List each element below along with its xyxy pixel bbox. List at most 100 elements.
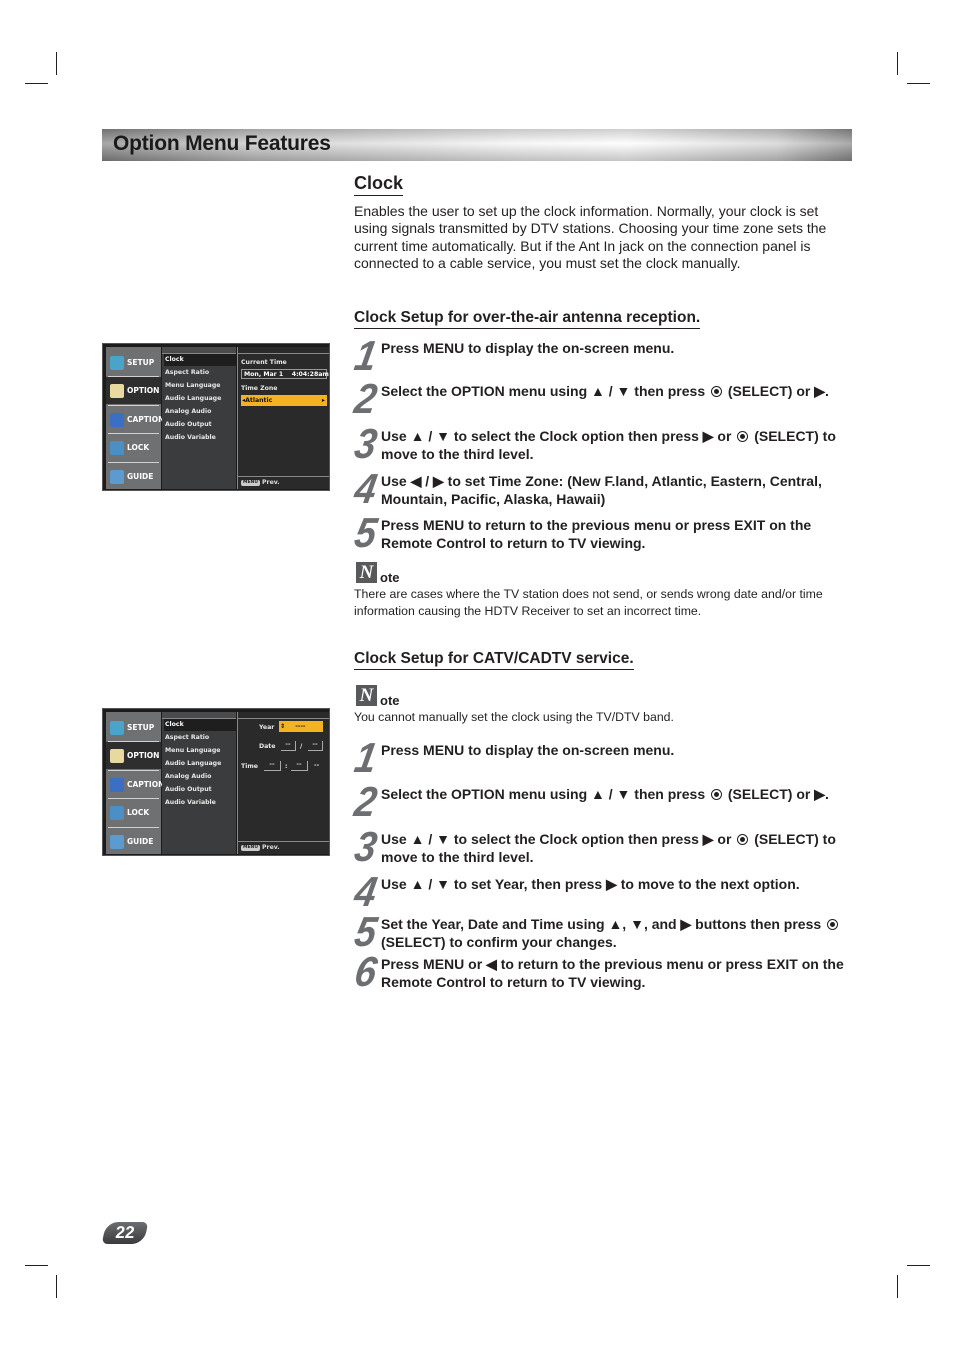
step-number: 4 — [351, 465, 381, 512]
step-text: Press MENU to display the on-screen menu… — [381, 742, 675, 758]
tv-detail-panel: Year ⇕ ---- Date -- / -- Time -- : -- -- … — [237, 712, 329, 854]
step-number: 1 — [351, 332, 381, 379]
step-text-part: (SELECT) to confirm your changes. — [381, 933, 617, 950]
catv-heading: Clock Setup for CATV/CADTV service. — [354, 650, 634, 670]
step-number: 5 — [351, 908, 381, 955]
time-ampm-field: -- — [314, 762, 320, 769]
step-text-part: Select the OPTION menu using ▲ / ▼ then … — [381, 383, 709, 399]
tv-side-label: SETUP — [127, 358, 155, 367]
tv-side-label: OPTION — [127, 386, 160, 395]
tv-option-item: Audio Variable — [165, 799, 216, 806]
satellite-icon — [110, 720, 124, 735]
tv-side-item-setup: SETUP — [106, 349, 161, 376]
tv-side-item-lock: LOCK — [106, 799, 161, 826]
crop-mark — [897, 1275, 898, 1298]
tv-detail-panel: Current Time Mon, Mar 1 4:04:28am Time Z… — [237, 347, 329, 489]
crop-mark — [897, 52, 898, 75]
clock-heading: Clock — [354, 173, 404, 196]
step-text: Set the Year, Date and Time using ▲, ▼, … — [381, 916, 856, 951]
tv-option-item: Audio Output — [165, 421, 212, 428]
step-text: Use ◀ / ▶ to set Time Zone: (New F.land,… — [381, 473, 822, 507]
step-text-part: Set the Year, Date and Time using ▲, ▼, … — [381, 916, 826, 932]
clock-description: Enables the user to set up the clock inf… — [354, 203, 827, 271]
satellite-icon — [110, 355, 124, 370]
tv-menu-screenshot-timezone: SETUP OPTION CAPTION LOCK GUIDE Clock As… — [102, 343, 330, 491]
step-number: 2 — [351, 375, 381, 422]
note-icon: N — [356, 685, 377, 706]
section-banner: Option Menu Features — [102, 129, 852, 161]
select-button-icon — [737, 834, 749, 845]
tv-side-menu: SETUP OPTION CAPTION LOCK GUIDE — [106, 347, 165, 490]
step-text: Press MENU to display the on-screen menu… — [381, 340, 675, 356]
step-text: Use ▲ / ▼ to select the Clock option the… — [381, 831, 856, 866]
select-button-icon — [737, 431, 749, 442]
tv-option-item: Audio Language — [165, 760, 222, 767]
step-number: 3 — [351, 823, 381, 870]
step-text: Select the OPTION menu using ▲ / ▼ then … — [381, 383, 856, 401]
step-text: Press MENU or ◀ to return to the previou… — [381, 956, 844, 990]
select-button-icon — [711, 386, 722, 397]
current-time-value: Mon, Mar 1 4:04:28am — [241, 369, 329, 379]
tv-option-item: Aspect Ratio — [165, 369, 210, 376]
tag-icon — [110, 748, 124, 763]
step-number: 5 — [351, 509, 381, 556]
step-number: 4 — [351, 868, 381, 915]
date-day-field: -- — [308, 741, 323, 751]
guide-icon — [110, 469, 124, 484]
step-text: Use ▲ / ▼ to select the Clock option the… — [381, 428, 856, 463]
tv-side-label: LOCK — [127, 808, 150, 817]
tv-option-item: Menu Language — [165, 747, 221, 754]
step-text-part: (SELECT) or ▶. — [724, 786, 829, 802]
tv-side-menu: SETUP OPTION CAPTION LOCK GUIDE — [106, 712, 164, 855]
tv-side-label: OPTION — [127, 751, 160, 760]
step-text-part: Select the OPTION menu using ▲ / ▼ then … — [381, 786, 709, 802]
time-hour-field: -- — [264, 761, 281, 771]
current-time-label: Current Time — [241, 359, 287, 366]
time-label: Time — [241, 763, 258, 770]
date-label: Date — [259, 743, 276, 750]
tv-menu-screenshot-manual-clock: SETUP OPTION CAPTION LOCK GUIDE Clock As… — [102, 708, 330, 856]
step-text: Select the OPTION menu using ▲ / ▼ then … — [381, 786, 856, 804]
date-month-field: -- — [281, 741, 296, 751]
crop-mark — [25, 83, 48, 84]
tv-option-list: Clock Aspect Ratio Menu Language Audio L… — [162, 347, 237, 489]
crop-mark — [56, 52, 57, 75]
tv-side-item-caption: CAPTION — [106, 406, 165, 433]
step-number: 2 — [351, 778, 381, 825]
arrow-right-icon: ▸ — [321, 397, 325, 404]
note-label: ote — [380, 570, 400, 585]
caption-icon — [110, 412, 124, 427]
step-text-part: Use ▲ / ▼ to select the Clock option the… — [381, 428, 736, 444]
lock-icon — [110, 805, 124, 820]
divider — [238, 712, 329, 719]
time-zone-label: Time Zone — [241, 385, 278, 392]
divider — [238, 347, 329, 354]
select-button-icon — [711, 789, 722, 800]
note-icon: N — [356, 562, 377, 583]
caption-icon — [110, 777, 124, 792]
tv-side-item-lock: LOCK — [106, 434, 161, 461]
tv-option-item: Audio Output — [165, 786, 212, 793]
tv-footer: MENU Prev. — [238, 841, 329, 854]
step-number: 6 — [351, 948, 381, 995]
tv-side-label: SETUP — [127, 723, 155, 732]
tv-footer: MENU Prev. — [238, 476, 329, 489]
lock-icon — [110, 440, 124, 455]
tv-side-item-guide: GUIDE — [106, 828, 161, 855]
tv-option-item: Clock — [164, 354, 237, 366]
crop-mark — [25, 1265, 48, 1266]
tv-side-item-option: OPTION — [106, 742, 161, 769]
note-text: There are cases where the TV station doe… — [354, 587, 823, 618]
time-zone-value: Atlantic — [245, 397, 273, 404]
page-number: 22 — [114, 1223, 136, 1242]
tv-side-label: GUIDE — [127, 837, 154, 846]
tv-side-label: CAPTION — [127, 415, 165, 424]
tv-option-item: Audio Language — [165, 395, 222, 402]
up-down-arrows-icon: ⇕ — [280, 723, 286, 730]
guide-icon — [110, 834, 124, 849]
year-field: ⇕ ---- — [279, 721, 323, 732]
crop-mark — [907, 1265, 930, 1266]
tag-icon — [110, 383, 124, 398]
time-minute-field: -- — [291, 761, 308, 771]
tv-side-item-guide: GUIDE — [106, 463, 161, 490]
